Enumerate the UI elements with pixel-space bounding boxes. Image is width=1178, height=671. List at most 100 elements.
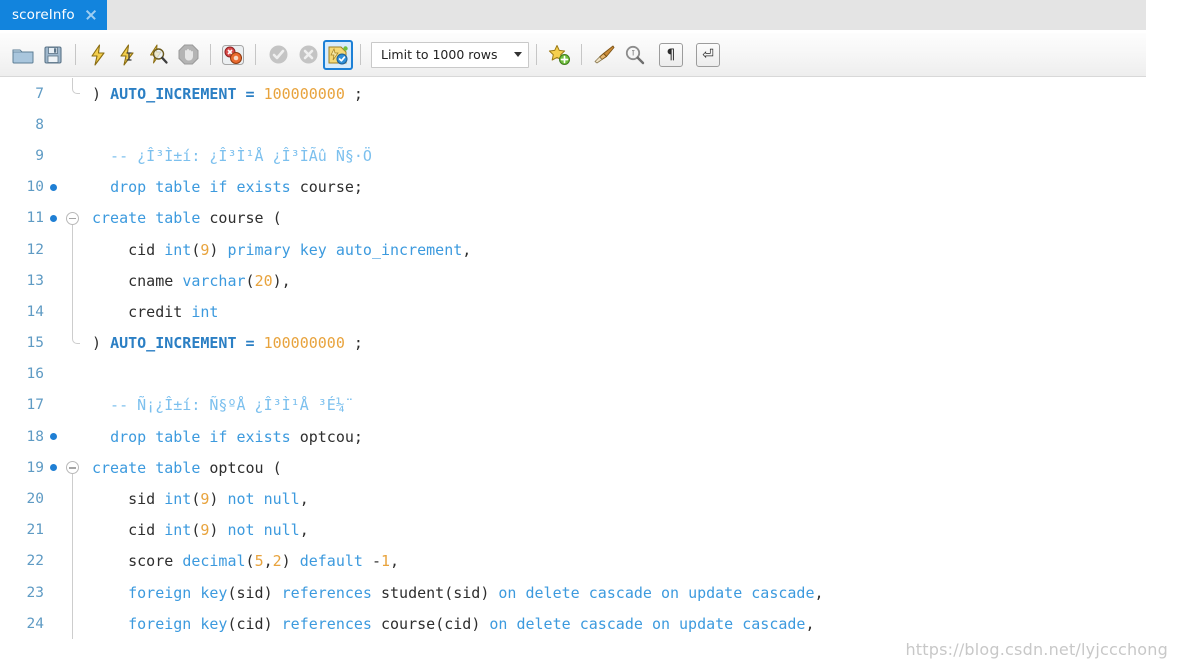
star-plus-icon: [548, 44, 571, 66]
code-token: references: [281, 614, 372, 633]
code-token: drop: [110, 427, 147, 446]
code-line[interactable]: 21 cid int(9) not null,: [0, 514, 1146, 546]
code-line[interactable]: 18 drop table if exists optcou;: [0, 421, 1146, 452]
fold-collapse-icon[interactable]: [66, 211, 79, 225]
code-text: sid int(9) not null,: [84, 490, 309, 508]
code-token: cid: [236, 614, 264, 633]
fold-marker: [62, 327, 84, 359]
line-number: 20: [26, 491, 44, 508]
code-token: not: [227, 521, 255, 540]
tab-scoreinfo[interactable]: scoreInfo: [0, 0, 107, 30]
explain-statement-button[interactable]: [143, 40, 173, 70]
line-number: 21: [26, 522, 44, 539]
close-icon[interactable]: [84, 8, 98, 22]
code-token: (: [227, 583, 237, 602]
code-line[interactable]: 16: [0, 359, 1146, 390]
execute-statement-button[interactable]: [83, 40, 113, 70]
fold-line: [72, 265, 74, 297]
code-line[interactable]: 11 create table course (: [0, 203, 1146, 235]
find-button[interactable]: [619, 40, 649, 70]
code-token: drop: [110, 178, 147, 197]
code-line[interactable]: 9 -- ¿Î³Ì±í: ¿Î³Ì¹Å ¿Î³ÌÃû Ñ§·Ö: [0, 140, 1146, 171]
stop-on-error-icon: [221, 44, 245, 66]
line-number: 16: [26, 366, 44, 383]
code-token: sid: [92, 490, 165, 509]
beautify-sql-button[interactable]: [589, 40, 619, 70]
execute-current-button[interactable]: [113, 40, 143, 70]
code-token: ): [281, 552, 300, 571]
code-token: course: [381, 614, 436, 633]
code-line[interactable]: 19 create table optcou (: [0, 452, 1146, 485]
toolbar-separator: [581, 44, 582, 65]
code-token: credit: [92, 302, 192, 321]
code-line[interactable]: 13 cname varchar(20),: [0, 265, 1146, 297]
line-number: 9: [35, 147, 44, 164]
code-token: cascade: [751, 583, 815, 602]
line-number: 8: [35, 116, 44, 133]
code-token: cid: [92, 521, 165, 540]
code-token: auto_increment: [335, 240, 463, 259]
rollback-button[interactable]: [293, 40, 323, 70]
code-token: 5: [254, 552, 264, 571]
chevron-down-icon[interactable]: [514, 52, 522, 57]
toggle-invisible-chars-button[interactable]: ¶: [656, 40, 686, 70]
code-line[interactable]: 20 sid int(9) not null,: [0, 483, 1146, 515]
row-limit-selector[interactable]: Limit to 1000 rows: [371, 41, 529, 68]
code-token: table: [155, 178, 201, 197]
code-line[interactable]: 10 drop table if exists course;: [0, 172, 1146, 203]
line-number: 7: [35, 85, 44, 102]
code-token: (: [245, 271, 255, 290]
sql-code-editor[interactable]: 7) AUTO_INCREMENT = 100000000 ; 8 9 -- ¿Î³…: [0, 78, 1146, 671]
code-token: exists: [236, 178, 291, 197]
save-script-button[interactable]: [38, 40, 68, 70]
code-token: foreign: [128, 583, 192, 602]
toggle-stop-on-error-button[interactable]: [218, 40, 248, 70]
code-token: ): [209, 240, 228, 259]
code-token: ,: [390, 552, 400, 571]
code-token: null: [263, 521, 300, 540]
code-token: primary: [227, 240, 291, 259]
code-token: on: [489, 614, 508, 633]
code-line[interactable]: 15) AUTO_INCREMENT = 100000000 ;: [0, 327, 1146, 359]
code-token: decimal: [182, 552, 246, 571]
toggle-word-wrap-button[interactable]: ⏎: [693, 40, 723, 70]
code-line[interactable]: 12 cid int(9) primary key auto_increment…: [0, 233, 1146, 266]
fold-marker[interactable]: [62, 203, 84, 235]
code-token: AUTO_INCREMENT: [110, 334, 237, 353]
code-token: ;: [344, 84, 363, 103]
code-token: varchar: [182, 271, 246, 290]
stop-execution-button[interactable]: [173, 40, 203, 70]
fold-marker[interactable]: [62, 452, 84, 485]
lightning-magnifier-icon: [147, 44, 169, 66]
code-token: 20: [254, 271, 273, 290]
save-snippet-button[interactable]: [544, 40, 574, 70]
code-line[interactable]: 23 foreign key(sid) references student(s…: [0, 577, 1146, 609]
code-line[interactable]: 17 -- Ñ¡¿Î±í: Ñ§ºÅ ¿Î³Ì¹Å ³É¼¨: [0, 390, 1146, 421]
toolbar-separator: [360, 44, 361, 65]
code-token: 100000000: [263, 84, 345, 103]
fold-collapse-icon[interactable]: [66, 461, 79, 475]
code-token: cascade: [742, 614, 806, 633]
code-token: exists: [236, 427, 291, 446]
toggle-autocommit-button[interactable]: [323, 39, 353, 70]
open-sql-script-button[interactable]: [8, 40, 38, 70]
line-number: 11: [26, 210, 44, 227]
commit-button[interactable]: [263, 40, 293, 70]
code-line[interactable]: 22 score decimal(5,2) default -1,: [0, 545, 1146, 577]
fold-marker: [62, 390, 84, 421]
code-text: cid int(9) primary key auto_increment,: [84, 241, 471, 259]
stop-hand-icon: [178, 44, 199, 65]
code-token: update: [679, 614, 734, 633]
code-line[interactable]: 24 foreign key(cid) references course(ci…: [0, 608, 1146, 640]
code-line[interactable]: 8: [0, 109, 1146, 140]
code-line[interactable]: 7) AUTO_INCREMENT = 100000000 ;: [0, 78, 1146, 109]
fold-marker: [62, 172, 84, 203]
code-line[interactable]: 14 credit int: [0, 296, 1146, 328]
